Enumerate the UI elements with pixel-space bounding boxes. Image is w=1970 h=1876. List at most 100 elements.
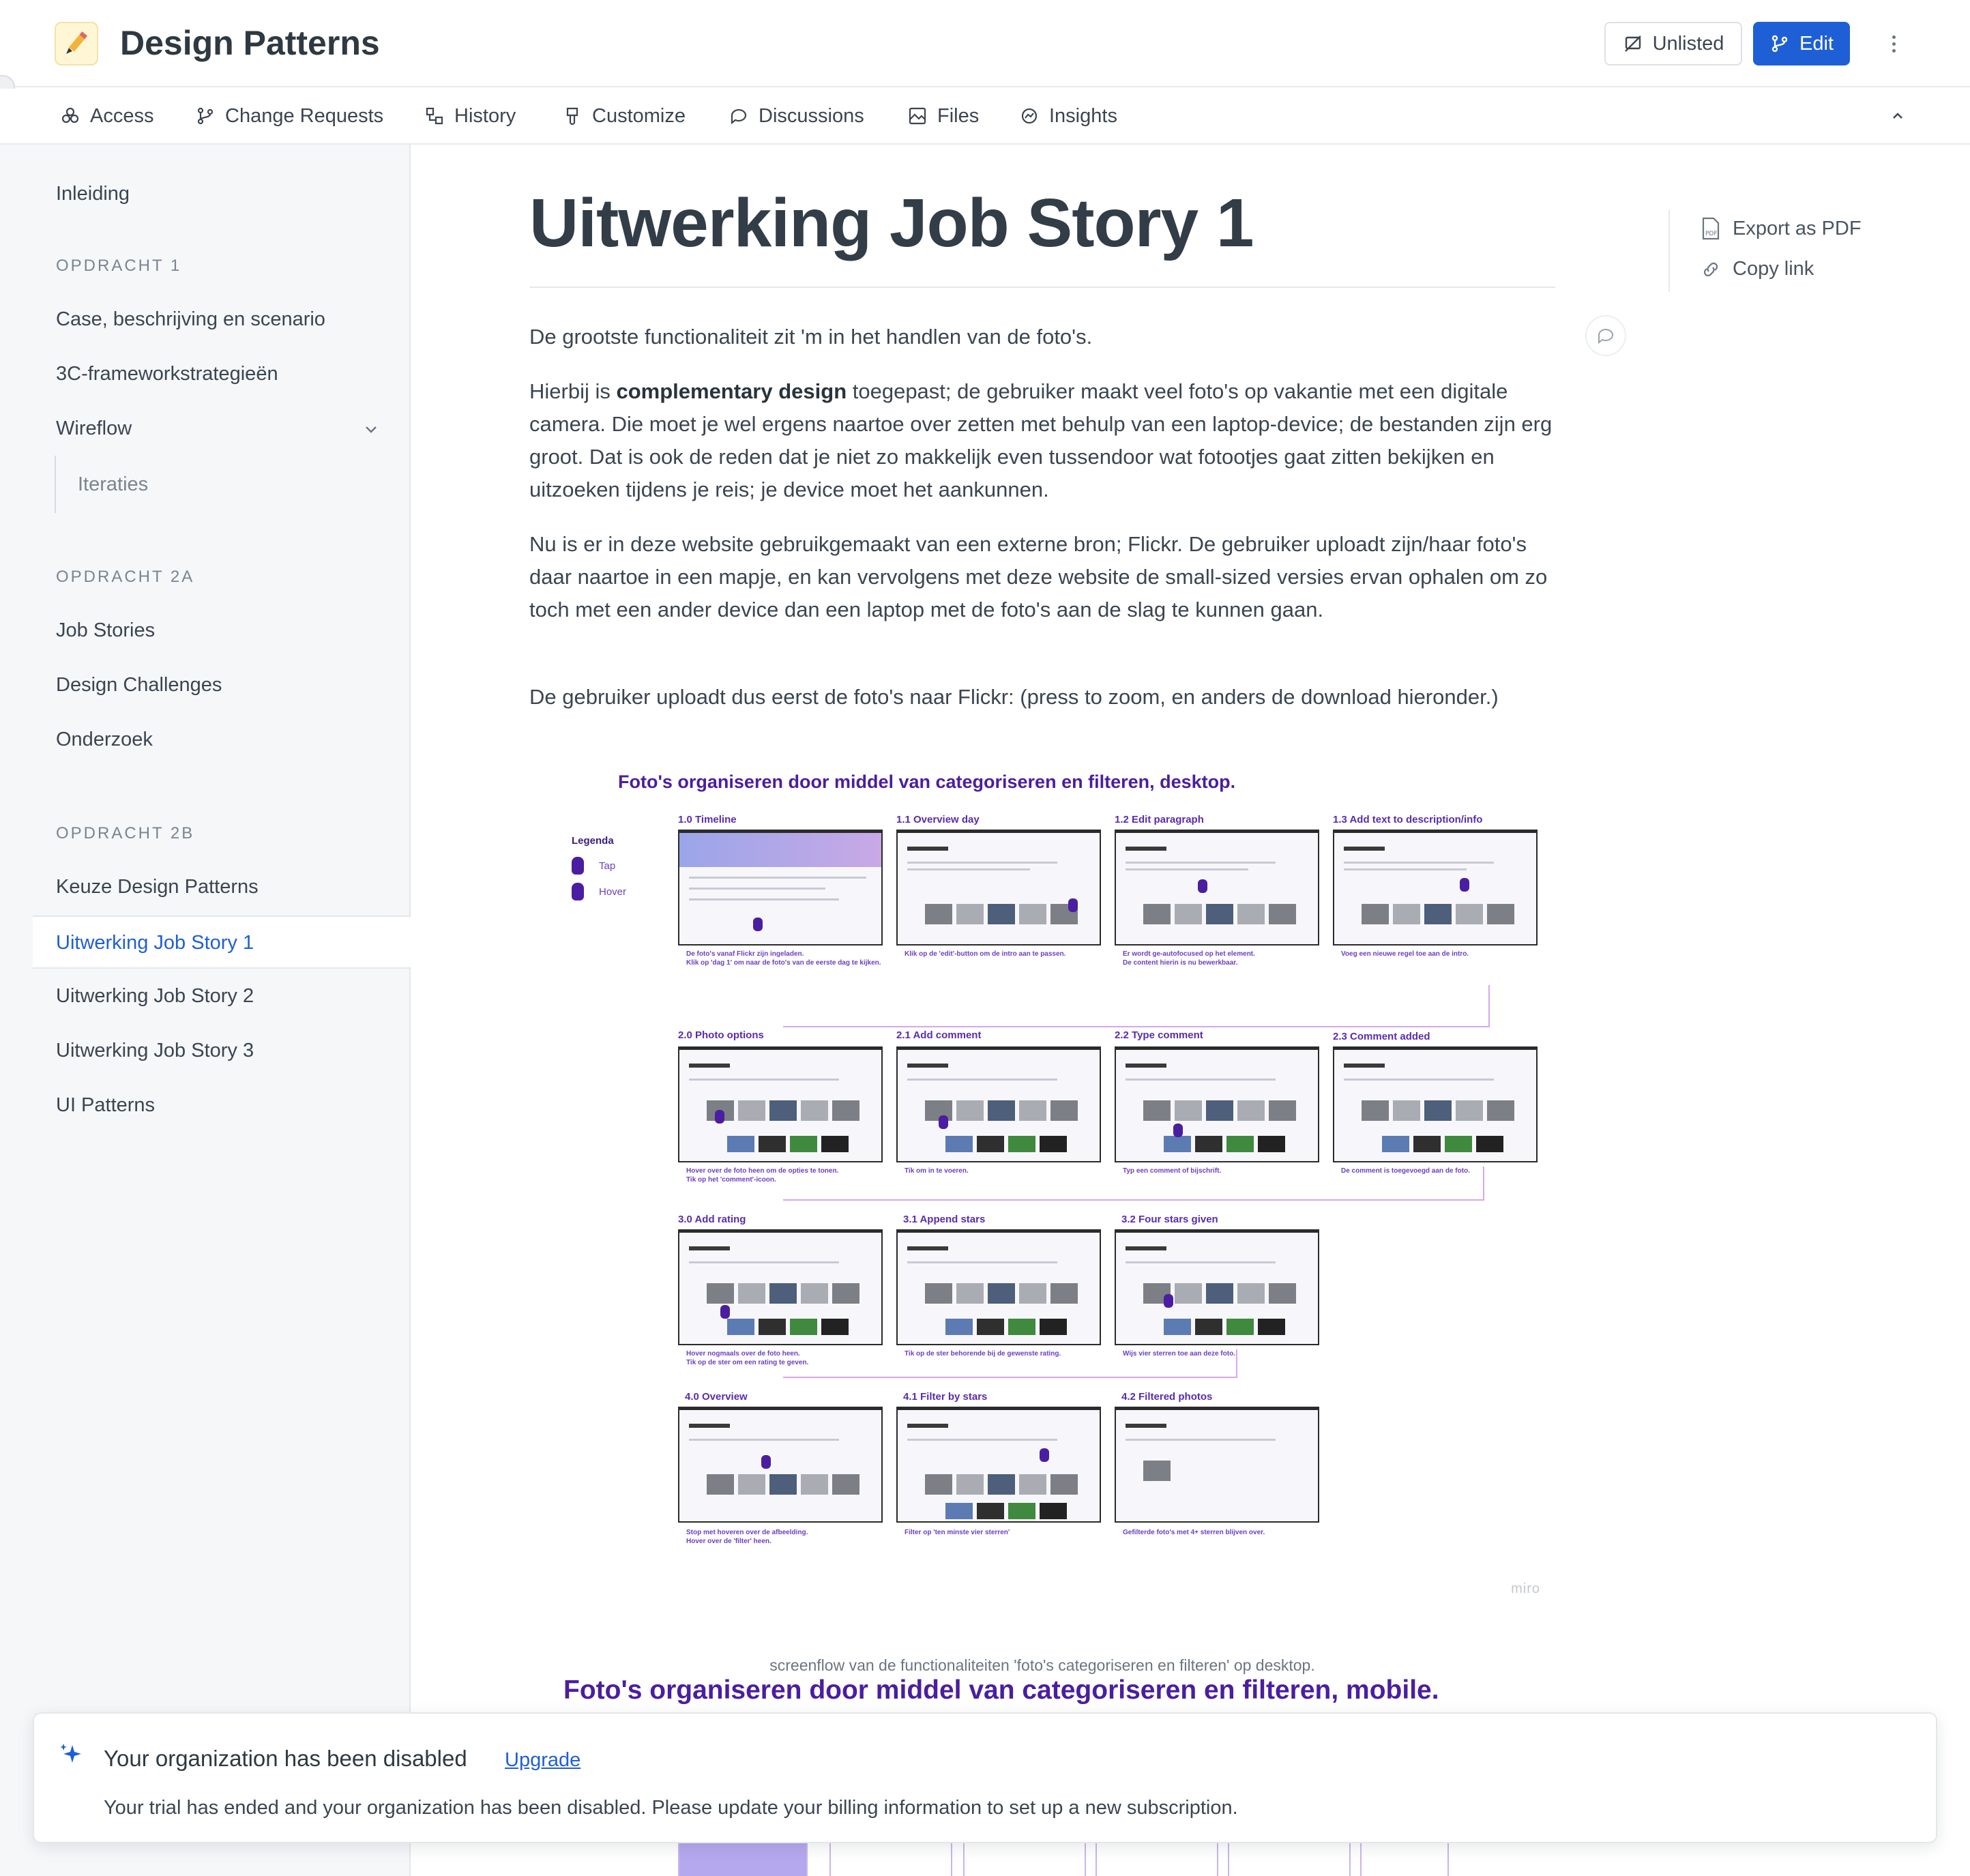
flow-connector <box>783 985 1490 1027</box>
org-disabled-banner: Your organization has been disabled Upgr… <box>33 1712 1937 1843</box>
step-label: 1.1 Overview day <box>896 814 980 825</box>
tab-label: Files <box>937 104 980 127</box>
chevron-down-icon[interactable] <box>362 420 381 439</box>
sidebar-item-3c-framework[interactable]: 3C-frameworkstrategieën <box>56 360 278 387</box>
tab-discussions[interactable]: Discussions <box>729 89 864 143</box>
tab-label: Change Requests <box>225 104 384 127</box>
pdf-icon: PDF <box>1702 217 1720 240</box>
paragraph-2: Hierbij is complementary design toegepas… <box>529 379 1553 501</box>
board-peek <box>1360 1842 1449 1876</box>
step-label: 2.3 Comment added <box>1333 1031 1430 1042</box>
sidebar-item-job-stories[interactable]: Job Stories <box>56 617 155 644</box>
sidebar-item-case[interactable]: Case, beschrijving en scenario <box>56 306 325 333</box>
banner-message: Your trial has ended and your organizati… <box>104 1797 1238 1819</box>
step-label: 2.0 Photo options <box>678 1029 764 1041</box>
page-title: Uitwerking Job Story 1 <box>529 185 1254 261</box>
sidebar-item-inleiding[interactable]: Inleiding <box>56 180 130 207</box>
board-peek <box>1228 1842 1351 1876</box>
wireframe-screen <box>896 1407 1101 1523</box>
collapse-header-button[interactable] <box>1884 102 1911 130</box>
paragraph-1: De grootste functionaliteit zit 'm in he… <box>529 325 1093 349</box>
tab-customize[interactable]: Customize <box>562 89 686 143</box>
bold-term: complementary design <box>616 379 847 403</box>
chevron-up-icon <box>1893 113 1902 119</box>
sidebar-item-active[interactable]: Uitwerking Job Story 1 <box>33 915 411 969</box>
edit-button[interactable]: Edit <box>1753 22 1850 65</box>
branch-icon <box>197 107 214 125</box>
tab-label: Discussions <box>759 104 864 127</box>
sidebar-item-iteraties[interactable]: Iteraties <box>78 471 148 498</box>
sidebar-item-design-challenges[interactable]: Design Challenges <box>56 671 222 699</box>
sidebar-item-uitwerking-3[interactable]: Uitwerking Job Story 3 <box>56 1037 254 1064</box>
export-pdf-label: Export as PDF <box>1733 217 1862 239</box>
legend-title: Legenda <box>572 835 614 847</box>
wireframe-screen <box>896 1046 1101 1162</box>
copy-link-label: Copy link <box>1733 258 1814 280</box>
wireframe-screen <box>678 1046 883 1162</box>
branch-icon <box>1771 35 1788 53</box>
step-label: 3.2 Four stars given <box>1121 1214 1218 1225</box>
image-icon <box>909 107 926 125</box>
sidebar-item-uitwerking-2[interactable]: Uitwerking Job Story 2 <box>56 982 254 1010</box>
board-peek <box>1096 1842 1218 1876</box>
step-caption: Voeg een nieuwe regel toe aan de intro. <box>1341 950 1469 958</box>
comment-icon <box>1598 329 1613 345</box>
unlisted-button[interactable]: Unlisted <box>1604 22 1742 65</box>
wireframe-screen <box>1333 1046 1538 1162</box>
sidebar-subtree-line <box>55 456 56 513</box>
banner-title: Your organization has been disabled <box>104 1746 467 1771</box>
upgrade-link[interactable]: Upgrade <box>505 1746 580 1774</box>
tab-change-requests[interactable]: Change Requests <box>195 89 383 143</box>
board-peek <box>678 1842 808 1876</box>
hand-icon <box>572 883 584 900</box>
app-header: Design Patterns Unlisted Edit <box>0 0 1970 100</box>
history-icon <box>426 107 443 125</box>
tab-history[interactable]: History <box>424 89 516 143</box>
wireframe-screen <box>896 1229 1101 1345</box>
wireframe-screen <box>1115 1046 1319 1162</box>
more-options-icon[interactable] <box>1880 25 1907 63</box>
space-tabbar: Access Change Requests History Customize… <box>0 89 1970 145</box>
tab-label: Customize <box>592 104 686 127</box>
step-label: 4.0 Overview <box>685 1391 748 1403</box>
wireframe-screen <box>678 1229 883 1345</box>
wireframe-screen <box>678 1407 883 1523</box>
access-icon <box>61 107 79 123</box>
flow-connector <box>783 1167 1484 1201</box>
tab-label: Access <box>90 104 154 127</box>
copy-link-button[interactable]: Copy link <box>1700 258 1814 280</box>
tab-label: History <box>454 104 516 127</box>
board-peek <box>829 1842 952 1876</box>
step-label: 3.1 Append stars <box>903 1214 986 1225</box>
main-content: Uitwerking Job Story 1 PDF Export as PDF… <box>412 145 1970 1876</box>
wireframe-screen <box>678 830 883 946</box>
tab-label: Insights <box>1049 104 1117 127</box>
tab-access[interactable]: Access <box>60 89 153 143</box>
tab-files[interactable]: Files <box>907 89 979 143</box>
sidebar-item-uitwerking-1[interactable]: Uitwerking Job Story 1 <box>56 929 254 956</box>
tab-insights[interactable]: Insights <box>1019 89 1117 143</box>
sidebar-section-opdracht-1: OPDRACHT 1 <box>56 257 182 275</box>
pencil-icon <box>66 31 88 54</box>
wireframe-screen <box>1115 830 1319 946</box>
step-caption: Stop met hoveren over de afbeelding. Hov… <box>686 1529 808 1545</box>
legend-tap: Tap <box>572 857 615 875</box>
sidebar-item-onderzoek[interactable]: Onderzoek <box>56 726 153 753</box>
step-label: 1.3 Add text to description/info <box>1333 814 1483 825</box>
add-comment-button[interactable] <box>1585 315 1626 356</box>
step-caption: Gefilterde foto's met 4+ sterren blijven… <box>1123 1529 1265 1536</box>
space-logo[interactable] <box>55 22 98 65</box>
miro-watermark: miro <box>1511 1581 1540 1596</box>
unlisted-icon <box>1624 35 1641 52</box>
space-title[interactable]: Design Patterns <box>120 20 380 65</box>
wireframe-screen <box>896 830 1101 946</box>
step-label: 2.2 Type comment <box>1115 1029 1203 1041</box>
sidebar-item-wireflow[interactable]: Wireflow <box>56 415 132 442</box>
sidebar-item-keuze-design-patterns[interactable]: Keuze Design Patterns <box>56 873 259 900</box>
embedded-wireflow-board[interactable]: Foto's organiseren door middel van categ… <box>529 770 1555 1711</box>
export-pdf-link[interactable]: PDF Export as PDF <box>1700 217 1862 240</box>
step-label: 2.1 Add comment <box>896 1029 982 1041</box>
legend-hover: Hover <box>572 883 626 900</box>
sidebar-item-ui-patterns[interactable]: UI Patterns <box>56 1091 155 1119</box>
insights-icon <box>1021 108 1038 124</box>
